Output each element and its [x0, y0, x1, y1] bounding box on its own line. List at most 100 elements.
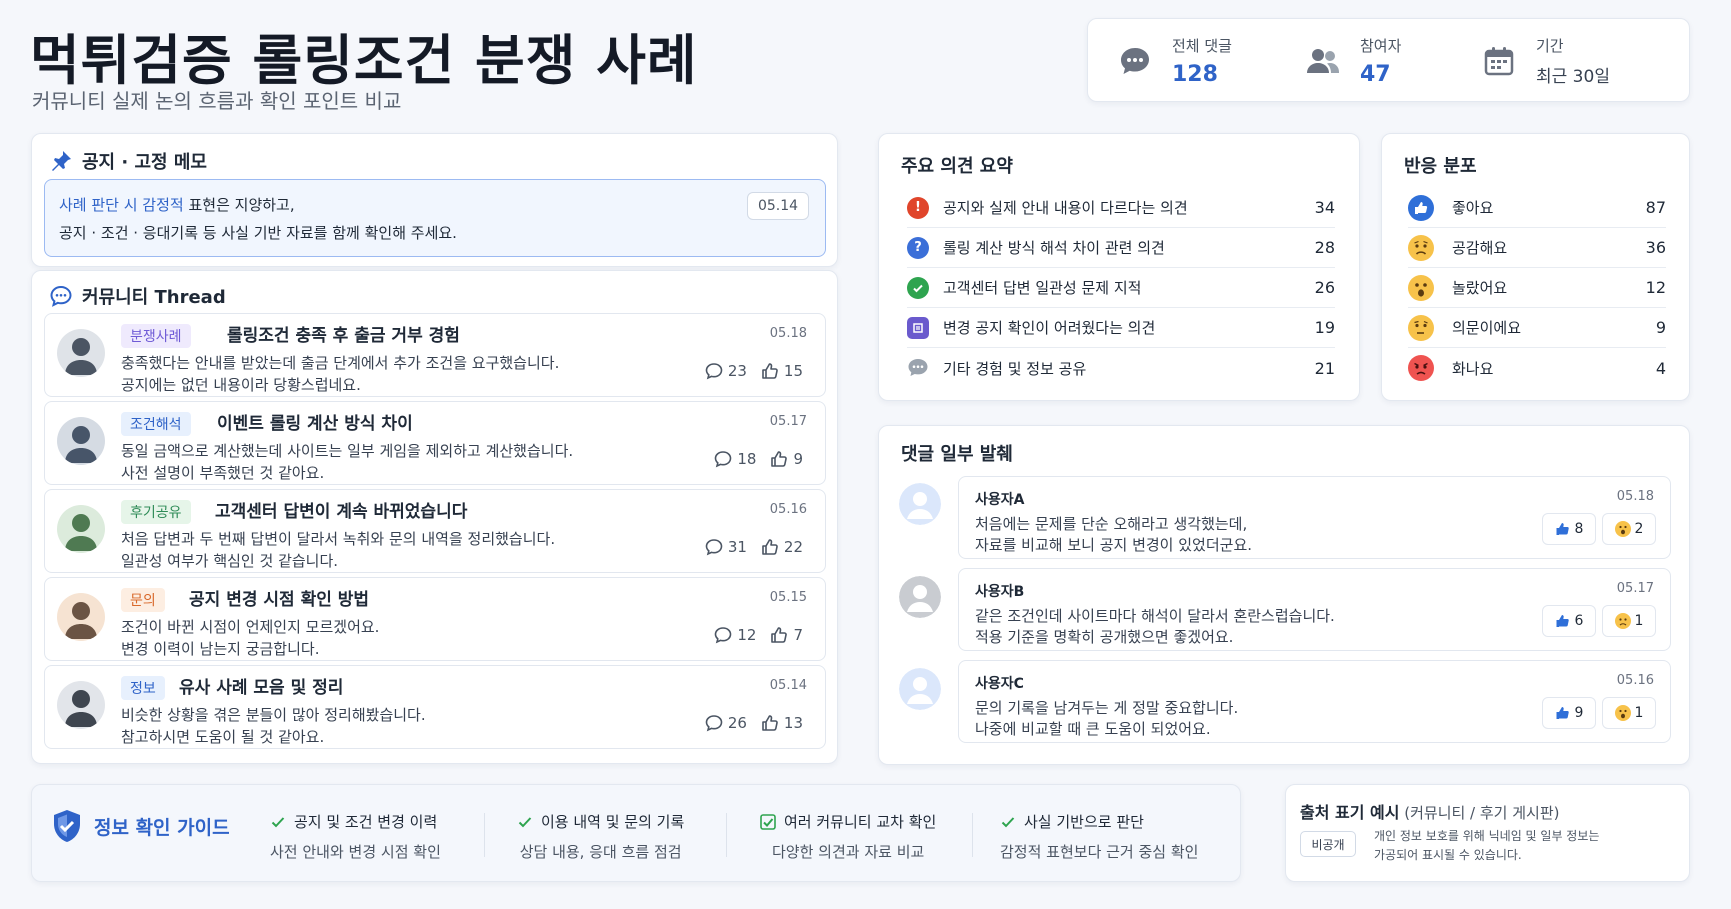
- thread-tag: 조건해석: [121, 412, 191, 436]
- comment-icon: [715, 627, 732, 644]
- comment-line-2: 적용 기준을 명확히 공개했으면 좋겠어요.: [975, 628, 1234, 646]
- thread-line-2: 사전 설명이 부족했던 것 같아요.: [121, 464, 325, 482]
- like-count[interactable]: 13: [761, 714, 803, 732]
- comment-date: 05.18: [1616, 489, 1654, 504]
- summary-label: 고객센터 답변 일관성 문제 지적: [943, 279, 1142, 297]
- opinion-summary-panel: 주요 의견 요약 ! 공지와 실제 안내 내용이 다르다는 의견 34 ? 롤링…: [878, 133, 1360, 401]
- comment-excerpts-panel: 댓글 일부 발췌 사용자A 05.18 처음에는 문제를 단순 오해라고 생각했…: [878, 425, 1690, 765]
- summary-count: 26: [1314, 278, 1335, 297]
- thread-title-text[interactable]: 고객센터 답변이 계속 바뀌었습니다: [215, 500, 467, 524]
- thread-line-2: 참고하시면 도움이 될 것 같아요.: [121, 728, 325, 746]
- surprised-face-icon: [1614, 705, 1631, 721]
- comment-line-2: 자료를 비교해 보니 공지 변경이 있었더군요.: [975, 536, 1253, 554]
- thumbs-up-icon: [1408, 194, 1434, 221]
- sad-face-icon: [1408, 234, 1434, 261]
- comment-count[interactable]: 12: [714, 626, 756, 644]
- thread-line-1: 조건이 바뀐 시점이 언제인지 모르겠어요.: [121, 618, 380, 636]
- thread-title-text[interactable]: 공지 변경 시점 확인 방법: [189, 588, 369, 612]
- reactions-title: 반응 분포: [1404, 156, 1477, 177]
- comment-line-1: 처음에는 문제를 단순 오해라고 생각했는데,: [975, 515, 1248, 533]
- notice-date-badge: 05.14: [747, 192, 809, 220]
- reaction-row: 공감해요 36: [1408, 228, 1666, 268]
- like-reaction-button[interactable]: 9: [1542, 697, 1596, 729]
- thread-stats: 31 22: [691, 538, 803, 556]
- chat-icon: [907, 357, 929, 379]
- stat-label: 참여자: [1360, 37, 1402, 55]
- thread-item[interactable]: 분쟁사례 롤링조건 충족 후 출금 거부 경험 05.18 충족했다는 안내를 …: [44, 313, 826, 397]
- avatar: [57, 417, 105, 465]
- reaction-label: 화나요: [1452, 359, 1494, 378]
- thread-line-1: 처음 답변과 두 번째 답변이 달라서 녹취와 문의 내역을 정리했습니다.: [121, 530, 556, 548]
- like-count-value: 9: [793, 450, 803, 468]
- like-reaction-button[interactable]: 8: [1542, 513, 1596, 545]
- thread-item[interactable]: 문의 공지 변경 시점 확인 방법 05.15 조건이 바뀐 시점이 언제인지 …: [44, 577, 826, 661]
- thumbs-up-icon: [1556, 707, 1569, 719]
- comment-count[interactable]: 18: [714, 450, 756, 468]
- thumbs-up-icon: [771, 451, 788, 467]
- page-subtitle: 커뮤니티 실제 논의 흐름과 확인 포인트 비교: [32, 89, 402, 113]
- thread-tag: 문의: [121, 588, 165, 612]
- like-count[interactable]: 7: [770, 626, 803, 644]
- stat-participants: 참여자 47: [1306, 19, 1401, 103]
- summary-row: 기타 경험 및 정보 공유 21: [907, 348, 1335, 388]
- comment-count[interactable]: 26: [705, 714, 747, 732]
- source-title: 출처 표기 예시 (커뮤니티 / 후기 게시판): [1300, 799, 1560, 823]
- notice-line-1: 사례 판단 시 감정적 표현은 지양하고,: [59, 194, 295, 215]
- thread-item[interactable]: 정보 유사 사례 모음 및 정리 05.14 비슷한 상황을 겪은 분들이 많아…: [44, 665, 826, 749]
- thread-item[interactable]: 조건해석 이벤트 롤링 계산 방식 차이 05.17 동일 금액으로 계산했는데…: [44, 401, 826, 485]
- like-count[interactable]: 15: [761, 362, 803, 380]
- thread-date: 05.15: [769, 590, 807, 605]
- guide-title: 정보 확인 가이드: [94, 816, 230, 839]
- emoji-reaction-button[interactable]: 1: [1602, 605, 1656, 637]
- check-icon: [271, 816, 285, 827]
- thread-title-text[interactable]: 유사 사례 모음 및 정리: [179, 676, 343, 700]
- source-notation-panel: 출처 표기 예시 (커뮤니티 / 후기 게시판) 비공개 개인 정보 보호를 위…: [1285, 784, 1690, 882]
- notice-header: 공지 · 고정 메모: [50, 148, 207, 174]
- thread-header: 커뮤니티 Thread: [50, 283, 226, 309]
- alert-icon: !: [907, 196, 929, 219]
- angry-face-icon: [1408, 355, 1434, 381]
- reaction-distribution-panel: 반응 분포 좋아요 87 공감해요 36 놀랐어요 12 의문이에요 9 화나요…: [1381, 133, 1690, 401]
- reaction-count-value: 1: [1634, 613, 1644, 629]
- comment-count[interactable]: 31: [705, 538, 747, 556]
- surprised-face-icon: [1408, 274, 1434, 301]
- reaction-label: 의문이에요: [1452, 319, 1522, 337]
- thread-tag: 후기공유: [121, 500, 191, 524]
- stat-period: 기간 최근 30일: [1482, 19, 1610, 103]
- comment-reactions: 6 1: [1536, 605, 1656, 637]
- summary-count: 28: [1314, 238, 1335, 257]
- chat-bubble-icon: [1118, 44, 1152, 78]
- like-reaction-button[interactable]: 6: [1542, 605, 1596, 637]
- thread-title-text[interactable]: 이벤트 롤링 계산 방식 차이: [217, 412, 413, 436]
- like-count[interactable]: 9: [770, 450, 803, 468]
- thread-line-2: 변경 이력이 남는지 궁금합니다.: [121, 640, 320, 658]
- reaction-count: 36: [1645, 238, 1666, 257]
- source-desc-line-2: 가공되어 표시될 수 있습니다.: [1374, 848, 1522, 862]
- guide-item: 공지 및 조건 변경 이력 사전 안내와 변경 시점 확인: [270, 811, 441, 862]
- emoji-reaction-button[interactable]: 2: [1602, 513, 1656, 545]
- avatar: [57, 681, 105, 729]
- avatar: [899, 576, 941, 618]
- like-count[interactable]: 22: [761, 538, 803, 556]
- comment-excerpt: 사용자A 05.18 처음에는 문제를 단순 오해라고 생각했는데, 자료를 비…: [958, 476, 1671, 559]
- source-description: 개인 정보 보호를 위해 닉네임 및 일부 정보는 가공되어 표시될 수 있습니…: [1374, 827, 1599, 865]
- users-icon: [1306, 44, 1340, 78]
- thread-tag: 분쟁사례: [121, 324, 191, 348]
- notice-line-2: 공지 · 조건 · 응대기록 등 사실 기반 자료를 함께 확인해 주세요.: [59, 224, 457, 242]
- reaction-row: 좋아요 87: [1408, 188, 1666, 228]
- guide-item: 여러 커뮤니티 교차 확인 다양한 의견과 자료 비교: [760, 811, 936, 862]
- thread-date: 05.18: [769, 326, 807, 341]
- thread-title-text[interactable]: 롤링조건 충족 후 출금 거부 경험: [227, 324, 460, 348]
- source-title-sub: (커뮤니티 / 후기 게시판): [1399, 804, 1560, 822]
- comment-count[interactable]: 23: [705, 362, 747, 380]
- summary-count: 34: [1314, 198, 1335, 217]
- guide-item-sub: 감정적 표현보다 근거 중심 확인: [1000, 843, 1199, 861]
- question-icon: ?: [907, 236, 929, 259]
- guide-item-head: 공지 및 조건 변경 이력: [294, 813, 438, 831]
- emoji-reaction-button[interactable]: 1: [1602, 697, 1656, 729]
- thread-item[interactable]: 후기공유 고객센터 답변이 계속 바뀌었습니다 05.16 처음 답변과 두 번…: [44, 489, 826, 573]
- chat-icon: [50, 285, 72, 307]
- comment-author: 사용자C: [975, 676, 1024, 692]
- comment-icon: [715, 451, 732, 468]
- divider: [484, 813, 485, 857]
